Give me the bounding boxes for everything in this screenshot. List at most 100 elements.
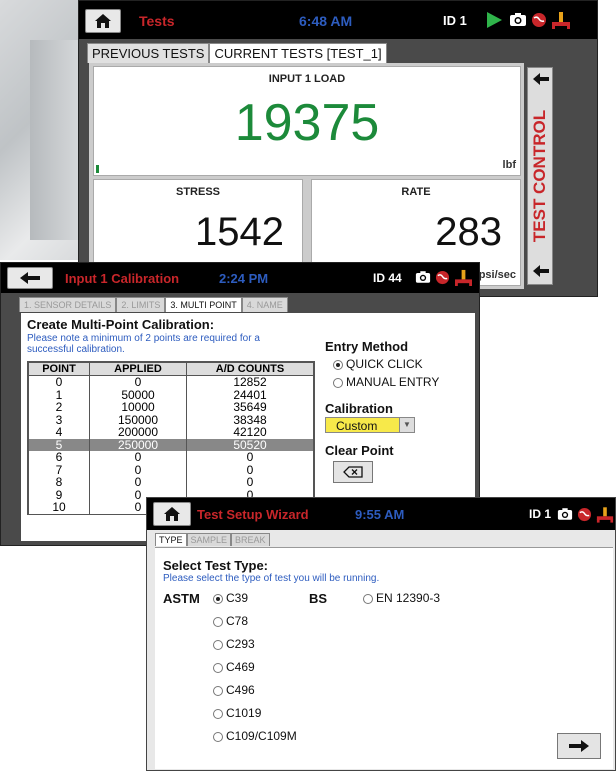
radio-unselected-icon — [363, 593, 373, 604]
load-card: INPUT 1 LOAD 19375 lbf — [93, 66, 521, 176]
tab-type[interactable]: TYPE — [155, 533, 187, 546]
wizard-panel: Select Test Type: Please select the type… — [155, 547, 613, 769]
table-cell: 0 — [186, 476, 314, 489]
astm-option-label: C109/C109M — [226, 729, 297, 743]
table-row[interactable]: 1 50000 24401 — [28, 388, 314, 401]
next-button[interactable] — [557, 733, 601, 759]
calibration-select-value: Custom — [336, 419, 378, 433]
table-cell: 0 — [89, 375, 187, 389]
select-test-type-heading: Select Test Type: — [163, 558, 268, 573]
astm-option[interactable]: C109/C109M — [213, 729, 297, 752]
window-title: Test Setup Wizard — [197, 507, 309, 522]
column-header-point: POINT — [28, 362, 90, 376]
home-button[interactable] — [153, 502, 191, 526]
tests-window: Tests 6:48 AM ID 1 PREVIOUS TESTS CURREN… — [78, 0, 598, 297]
tab-sample[interactable]: SAMPLE — [186, 533, 232, 546]
window-title: Tests — [139, 13, 175, 29]
table-cell: 4 — [28, 426, 90, 439]
globe-icon[interactable] — [435, 270, 450, 285]
expand-arrow-icon[interactable] — [532, 264, 550, 278]
table-cell: 0 — [89, 451, 187, 464]
astm-option[interactable]: C78 — [213, 614, 297, 637]
tab-limits[interactable]: 2. LIMITS — [116, 297, 166, 312]
camera-icon[interactable] — [415, 270, 431, 284]
entry-option-manual-entry[interactable]: MANUAL ENTRY — [333, 375, 439, 389]
next-arrow-icon — [569, 740, 589, 752]
radio-selected-icon — [213, 593, 223, 604]
home-icon — [164, 507, 180, 521]
table-row[interactable]: 0 0 12852 — [28, 375, 314, 389]
table-cell: 200000 — [89, 426, 187, 439]
tests-tab-row: PREVIOUS TESTS CURRENT TESTS [TEST_1] — [87, 43, 387, 63]
table-cell: 6 — [28, 451, 90, 464]
backspace-icon — [343, 466, 363, 478]
entry-option-quick-click[interactable]: QUICK CLICK — [333, 357, 423, 371]
select-test-type-subheading: Please select the type of test you will … — [163, 573, 380, 584]
astm-option[interactable]: C496 — [213, 683, 297, 706]
network-icon[interactable] — [551, 11, 571, 29]
astm-option-label: C496 — [226, 683, 255, 697]
globe-icon[interactable] — [531, 12, 547, 28]
table-row[interactable]: 2 10000 35649 — [28, 401, 314, 414]
network-icon[interactable] — [454, 269, 473, 286]
astm-label: ASTM — [163, 591, 200, 606]
astm-option[interactable]: C1019 — [213, 706, 297, 729]
table-cell: 10000 — [89, 401, 187, 414]
camera-icon[interactable] — [557, 507, 573, 521]
astm-option-label: C293 — [226, 637, 255, 651]
clear-point-button[interactable] — [333, 461, 373, 483]
title-bar: Test Setup Wizard 9:55 AM ID 1 — [147, 498, 615, 530]
collapse-arrow-icon[interactable] — [532, 72, 550, 86]
globe-icon[interactable] — [577, 507, 592, 522]
astm-option-label: C39 — [226, 591, 249, 605]
device-id: ID 44 — [373, 271, 402, 285]
table-cell: 2 — [28, 401, 90, 414]
network-icon[interactable] — [596, 506, 614, 523]
tab-multi-point[interactable]: 3. MULTI POINT — [165, 297, 242, 312]
calibration-heading: Create Multi-Point Calibration: — [27, 317, 215, 332]
table-cell: 35649 — [186, 401, 314, 414]
load-unit: lbf — [502, 159, 516, 171]
window-title: Input 1 Calibration — [65, 271, 180, 286]
table-cell: 42120 — [186, 426, 314, 439]
manual-entry-label: MANUAL ENTRY — [346, 375, 440, 389]
calibration-select[interactable]: Custom ▼ — [325, 417, 415, 433]
title-bar: Tests 6:48 AM ID 1 — [79, 1, 597, 39]
radio-unselected-icon — [333, 377, 343, 388]
table-row[interactable]: 4 200000 42120 — [28, 426, 314, 439]
table-cell: 10 — [28, 501, 90, 514]
table-row[interactable]: 700 — [28, 463, 314, 476]
load-label: INPUT 1 LOAD — [268, 73, 346, 85]
back-button[interactable] — [7, 267, 53, 289]
test-control-sidebar[interactable]: TEST CONTROL — [527, 67, 553, 285]
radio-unselected-icon — [213, 616, 223, 627]
bs-option-en-12390-3[interactable]: EN 12390-3 — [363, 591, 440, 605]
camera-icon[interactable] — [509, 12, 527, 27]
table-row[interactable]: 600 — [28, 451, 314, 464]
calibration-select-label: Calibration — [325, 401, 393, 416]
back-arrow-icon — [20, 272, 40, 284]
calibration-table: POINT APPLIED A/D COUNTS 0 0 12852 1 50000 24… — [27, 361, 315, 515]
tab-current-tests[interactable]: CURRENT TESTS [TEST_1] — [209, 43, 387, 63]
astm-option[interactable]: C469 — [213, 660, 297, 683]
bs-label: BS — [309, 591, 328, 606]
table-row[interactable]: 800 — [28, 476, 314, 489]
clock: 2:24 PM — [219, 271, 269, 286]
table-row[interactable]: 5 250000 50520 — [28, 438, 314, 451]
tab-name[interactable]: 4. NAME — [241, 297, 288, 312]
stress-value: 1542 — [195, 210, 284, 254]
device-id: ID 1 — [443, 13, 467, 28]
wizard-body: TYPE SAMPLE BREAK Select Test Type: Plea… — [147, 530, 615, 770]
tab-break[interactable]: BREAK — [231, 533, 270, 546]
chevron-down-icon: ▼ — [399, 418, 414, 432]
astm-option[interactable]: C39 — [213, 591, 297, 614]
astm-option-label: C1019 — [226, 706, 262, 720]
tab-previous-tests[interactable]: PREVIOUS TESTS — [87, 43, 210, 63]
entry-method-label: Entry Method — [325, 339, 409, 354]
table-cell: 0 — [186, 451, 314, 464]
home-button[interactable] — [85, 9, 121, 33]
play-icon[interactable] — [485, 11, 503, 29]
tab-sensor-details[interactable]: 1. SENSOR DETAILS — [19, 297, 117, 312]
table-row[interactable]: 3 150000 38348 — [28, 413, 314, 426]
astm-option[interactable]: C293 — [213, 637, 297, 660]
